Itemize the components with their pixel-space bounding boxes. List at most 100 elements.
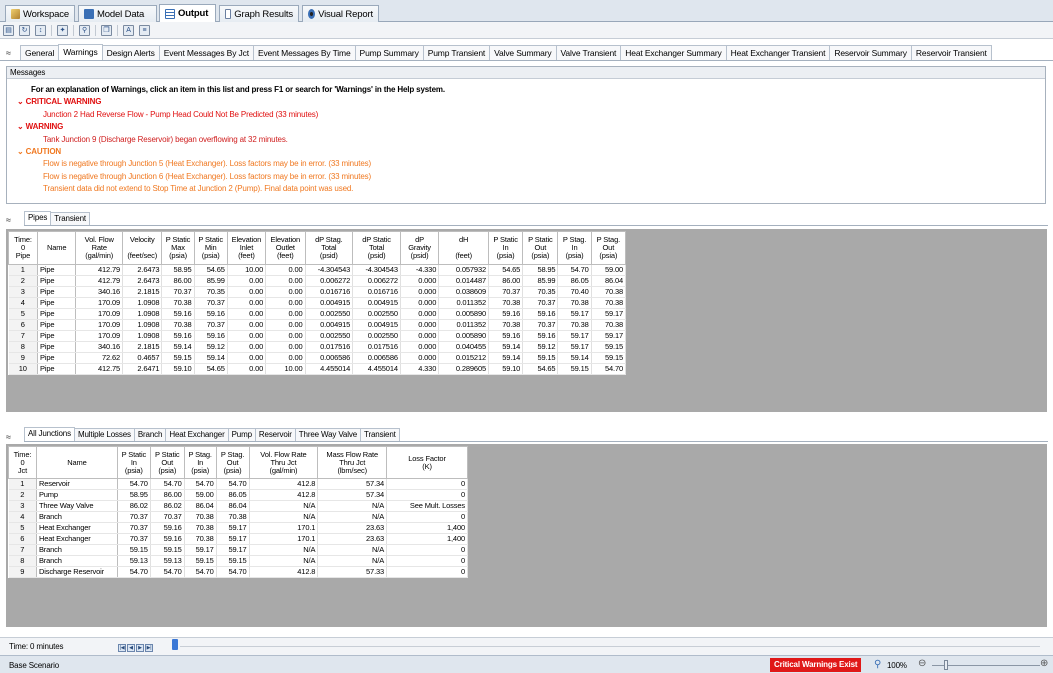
table-row[interactable]: 3 Pipe 340.16 2.1815 70.37 70.35 0.00 0.00 0.016… xyxy=(8,286,627,298)
table-cell[interactable]: 0.004915 xyxy=(352,319,401,331)
table-cell[interactable]: 7 xyxy=(8,330,39,342)
table-cell[interactable]: 59.10 xyxy=(161,363,195,375)
table-cell[interactable]: N/A xyxy=(317,500,388,512)
table-cell[interactable]: 57.34 xyxy=(317,489,388,501)
table-cell[interactable]: 340.16 xyxy=(75,341,124,353)
warning-group[interactable]: ⌄ WARNING xyxy=(17,122,63,131)
tab-reservoir-transient[interactable]: Reservoir Transient xyxy=(910,45,992,60)
table-cell[interactable]: 0.002550 xyxy=(305,308,354,320)
table-cell[interactable]: 59.16 xyxy=(161,330,195,342)
table-cell[interactable]: 0.000 xyxy=(400,330,440,342)
caution-item[interactable]: Flow is negative through Junction 6 (Hea… xyxy=(43,172,371,181)
table-cell[interactable]: 59.14 xyxy=(557,352,592,364)
table-cell[interactable]: 0.011352 xyxy=(438,319,489,331)
table-cell[interactable]: Discharge Reservoir xyxy=(36,566,118,578)
table-cell[interactable]: 0.016716 xyxy=(305,286,354,298)
table-cell[interactable]: 0.005890 xyxy=(438,308,489,320)
caution-item[interactable]: Flow is negative through Junction 5 (Hea… xyxy=(43,159,371,168)
table-cell[interactable]: Pipe xyxy=(37,319,77,331)
table-cell[interactable]: 59.17 xyxy=(591,330,627,342)
table-cell[interactable]: 0.00 xyxy=(265,352,306,364)
column-header-p-stag-in[interactable]: P Stag. In (psia) xyxy=(183,446,217,479)
table-cell[interactable]: 70.37 xyxy=(194,319,228,331)
tab-heat-exchanger-summary[interactable]: Heat Exchanger Summary xyxy=(620,45,727,60)
table-cell[interactable]: 70.35 xyxy=(194,286,228,298)
table-cell[interactable]: 10.00 xyxy=(265,363,306,375)
table-cell[interactable]: 0.040455 xyxy=(438,341,489,353)
table-cell[interactable]: 10.00 xyxy=(227,264,267,276)
table-cell[interactable]: 54.70 xyxy=(117,478,151,490)
table-cell[interactable]: 59.14 xyxy=(194,352,228,364)
tab-graph-results[interactable]: Graph Results xyxy=(219,5,299,22)
table-cell[interactable]: 0.000 xyxy=(400,352,440,364)
table-cell[interactable]: 0.00 xyxy=(227,363,267,375)
table-cell[interactable]: 70.35 xyxy=(522,286,559,298)
table-cell[interactable]: -4.304543 xyxy=(305,264,354,276)
collapse-pipes-icon[interactable]: ≈ xyxy=(6,215,11,225)
table-cell[interactable]: 170.1 xyxy=(249,522,319,534)
critical-warnings-badge[interactable]: Critical Warnings Exist xyxy=(770,658,862,672)
table-cell[interactable]: Heat Exchanger xyxy=(36,533,118,545)
table-cell[interactable]: 54.65 xyxy=(194,264,228,276)
table-cell[interactable]: 9 xyxy=(8,566,37,578)
table-cell[interactable]: 0.00 xyxy=(227,330,267,342)
refresh-icon[interactable]: ↻ xyxy=(19,24,30,36)
table-cell[interactable]: Reservoir xyxy=(36,478,118,490)
table-cell[interactable]: 0.00 xyxy=(227,319,267,331)
tab-workspace[interactable]: Workspace xyxy=(5,5,75,22)
table-cell[interactable]: 0 xyxy=(386,544,468,556)
table-cell[interactable]: Pipe xyxy=(37,341,77,353)
font-size-icon[interactable]: A xyxy=(123,24,134,36)
table-cell[interactable]: 0.000 xyxy=(400,341,440,353)
table-cell[interactable]: 59.15 xyxy=(591,352,627,364)
table-cell[interactable]: 58.95 xyxy=(161,264,195,276)
table-cell[interactable]: 0.002550 xyxy=(305,330,354,342)
zoom-slider-thumb[interactable] xyxy=(944,660,948,670)
tab-output[interactable]: Output xyxy=(159,4,216,22)
table-cell[interactable]: 10 xyxy=(8,363,39,375)
table-cell[interactable]: 59.14 xyxy=(161,341,195,353)
table-cell[interactable]: 54.65 xyxy=(194,363,228,375)
table-cell[interactable]: 1,400 xyxy=(386,533,468,545)
tab-reservoir[interactable]: Reservoir xyxy=(254,428,296,441)
table-cell[interactable]: -4.330 xyxy=(400,264,440,276)
table-cell[interactable]: 170.09 xyxy=(75,330,124,342)
table-cell[interactable]: 0.4657 xyxy=(122,352,163,364)
table-cell[interactable]: 0.000 xyxy=(400,308,440,320)
tab-three-way-valve[interactable]: Three Way Valve xyxy=(294,428,362,441)
table-cell[interactable]: 70.37 xyxy=(522,319,559,331)
table-cell[interactable]: 70.38 xyxy=(184,522,217,534)
caution-item[interactable]: Transient data did not extend to Stop Ti… xyxy=(43,184,353,193)
table-cell[interactable]: 58.95 xyxy=(522,264,559,276)
column-header-elevation-inlet[interactable]: Elevation Inlet (feet) xyxy=(226,231,267,265)
table-cell[interactable]: 0.00 xyxy=(265,297,306,309)
table-cell[interactable]: 59.15 xyxy=(557,363,592,375)
table-cell[interactable]: 0.006586 xyxy=(305,352,354,364)
table-cell[interactable]: 70.38 xyxy=(591,286,627,298)
tab-general[interactable]: General xyxy=(20,45,60,60)
table-cell[interactable]: Heat Exchanger xyxy=(36,522,118,534)
table-row[interactable]: 8 Pipe 340.16 2.1815 59.14 59.12 0.00 0.00 0.017… xyxy=(8,341,627,353)
warning-item[interactable]: Tank Junction 9 (Discharge Reservoir) be… xyxy=(43,135,288,144)
table-cell[interactable]: 0.000 xyxy=(400,319,440,331)
copy-icon[interactable]: ❐ xyxy=(101,24,112,36)
column-header-p-stag-out[interactable]: P Stag. Out (psia) xyxy=(215,446,250,479)
next-step-icon[interactable]: ▶ xyxy=(136,644,144,652)
zoom-out-icon[interactable]: ⊖ xyxy=(918,658,926,669)
table-cell[interactable]: 4.455014 xyxy=(305,363,354,375)
table-cell[interactable]: 86.05 xyxy=(216,489,250,501)
table-cell[interactable]: 1.0908 xyxy=(122,330,163,342)
column-header-p-stag-in[interactable]: P Stag. In (psia) xyxy=(557,231,592,265)
table-cell[interactable]: 86.00 xyxy=(488,275,524,287)
table-cell[interactable]: 0.00 xyxy=(227,308,267,320)
column-header-name[interactable]: Name xyxy=(35,446,118,479)
column-header-velocity[interactable]: Velocity (feet/sec) xyxy=(122,231,163,265)
table-cell[interactable]: 70.37 xyxy=(161,286,195,298)
column-header-jct[interactable]: Time: 0 Jct xyxy=(8,446,37,479)
tab-visual-report[interactable]: Visual Report xyxy=(302,5,379,22)
table-cell[interactable]: 85.99 xyxy=(194,275,228,287)
column-header-p-static-in[interactable]: P Static In (psia) xyxy=(116,446,151,479)
table-cell[interactable]: 59.13 xyxy=(150,555,185,567)
table-cell[interactable]: 0.000 xyxy=(400,286,440,298)
table-cell[interactable]: 59.17 xyxy=(216,544,250,556)
